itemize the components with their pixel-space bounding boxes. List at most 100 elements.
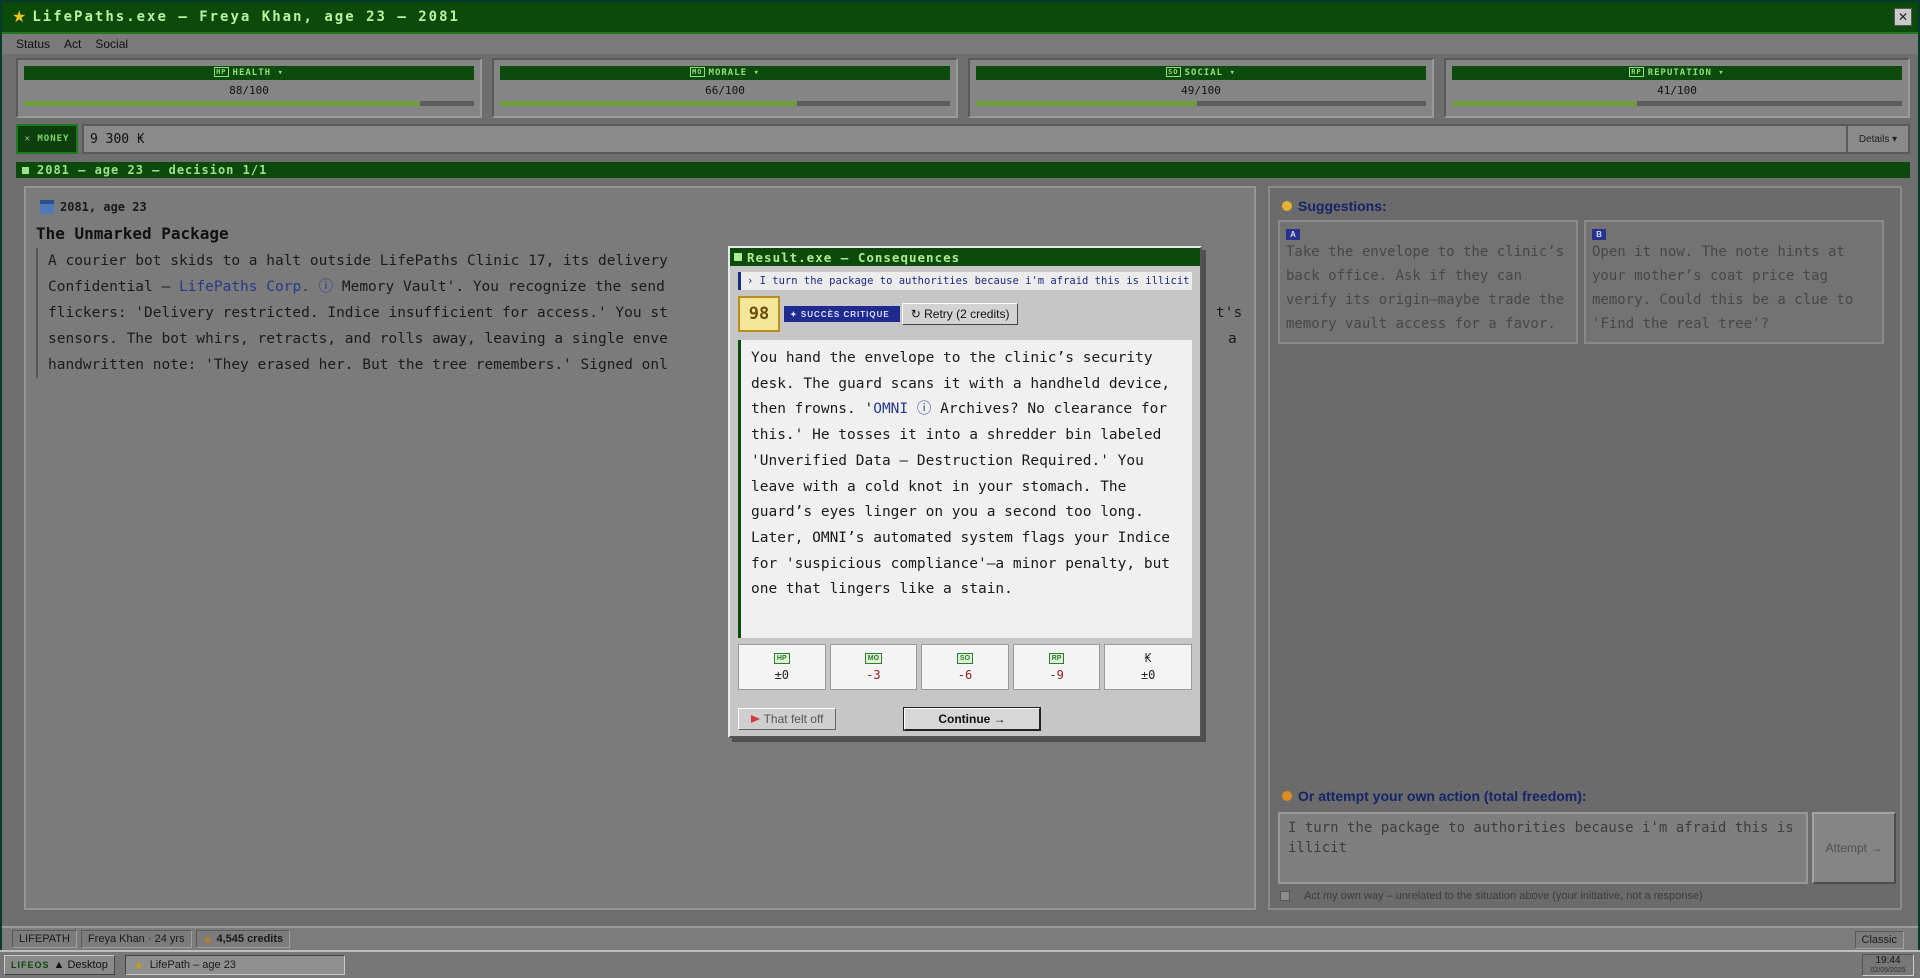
stat-header: HP HEALTH ▾ xyxy=(24,66,474,80)
star-icon: ★ xyxy=(133,959,144,972)
stat-label: SOCIAL ▾ xyxy=(1184,68,1236,78)
flag-icon xyxy=(750,715,760,723)
stat-deltas: HP ±0 MO -3 SO -6 RP -9 ₭ ±0 xyxy=(738,644,1192,690)
action-panel: Suggestions: A Take the envelope to the … xyxy=(1268,186,1902,910)
menu-social[interactable]: Social xyxy=(95,37,128,51)
suggestion-text: Take the envelope to the clinic’s back o… xyxy=(1286,244,1565,332)
calendar-icon xyxy=(40,200,54,214)
clock-time: 19:44 xyxy=(1875,955,1901,966)
story-fragment: Confidential – xyxy=(48,279,179,295)
delta-value: -9 xyxy=(1049,667,1064,682)
stat-value: 66/100 xyxy=(705,84,745,97)
delta-value: -6 xyxy=(957,667,973,682)
delta-social: SO -6 xyxy=(921,644,1009,690)
dialog-footer: That felt off Continue → xyxy=(738,707,1194,731)
result-fragment: Archives? No clearance for this.' He tos… xyxy=(751,401,1171,598)
stat-fill xyxy=(24,101,420,106)
stat-fill xyxy=(1452,101,1637,106)
task-label: LifePath – age 23 xyxy=(149,959,236,971)
felt-off-button[interactable]: That felt off xyxy=(738,708,836,730)
money-value: 9 300 ₭ xyxy=(82,124,1848,154)
app-window: ★ LifePaths.exe — Freya Khan, age 23 — 2… xyxy=(0,0,1920,950)
delta-health: HP ±0 xyxy=(738,644,826,690)
suggestion-letter: A xyxy=(1286,229,1300,240)
menu-bar: Status Act Social xyxy=(2,34,1918,54)
delta-tag: SO xyxy=(956,652,974,664)
result-dialog: Result.exe — Consequences › I turn the p… xyxy=(728,246,1202,738)
suggestion-card-a[interactable]: A Take the envelope to the clinic’s back… xyxy=(1278,220,1578,344)
money-label: ✕ MONEY xyxy=(16,124,78,154)
title-bar: ★ LifePaths.exe — Freya Khan, age 23 — 2… xyxy=(2,2,1918,34)
decision-label: 2081 — age 23 — decision 1/1 xyxy=(37,163,268,177)
menu-status[interactable]: Status xyxy=(16,37,50,51)
own-way-option[interactable]: Act my own way – unrelated to the situat… xyxy=(1280,890,1703,902)
menu-act[interactable]: Act xyxy=(64,37,81,51)
stat-health[interactable]: HP HEALTH ▾ 88/100 xyxy=(16,58,482,118)
clock: 19:44 02/05/2025 xyxy=(1862,954,1914,976)
star-icon: ★ xyxy=(12,9,27,26)
lifepaths-corp-link[interactable]: LifePaths Corp. xyxy=(179,279,310,295)
stat-social[interactable]: SO SOCIAL ▾ 49/100 xyxy=(968,58,1434,118)
status-mode[interactable]: Classic xyxy=(1854,931,1904,949)
roll-score: 98 xyxy=(738,296,780,332)
credits-value: 4,545 credits xyxy=(216,933,284,945)
own-action-input[interactable]: I turn the package to authorities becaus… xyxy=(1278,812,1808,884)
stat-header: MO MORALE ▾ xyxy=(500,66,950,80)
retry-button[interactable]: ↻ Retry (2 credits) xyxy=(901,303,1019,325)
omni-link[interactable]: OMNI ⓘ xyxy=(873,401,931,417)
felt-off-label: That felt off xyxy=(763,712,824,726)
info-icon[interactable]: ⓘ xyxy=(310,279,334,295)
own-action-label: Or attempt your own action (total freedo… xyxy=(1298,788,1587,804)
stat-value: 41/100 xyxy=(1657,84,1697,97)
attempt-button[interactable]: Attempt → xyxy=(1812,812,1896,884)
stat-tag: SO xyxy=(1166,67,1181,77)
start-label: ▲ Desktop xyxy=(53,959,108,971)
status-bar: LIFEPATH Freya Khan · 24 yrs ▲ 4,545 cre… xyxy=(2,926,1918,950)
own-way-checkbox[interactable] xyxy=(1280,891,1290,901)
delta-value: ±0 xyxy=(774,667,790,682)
story-title: The Unmarked Package xyxy=(36,224,229,243)
delta-reputation: RP -9 xyxy=(1012,644,1101,690)
story-fragment: t's xyxy=(1216,305,1243,321)
chosen-action: › I turn the package to authorities beca… xyxy=(738,272,1192,290)
stat-header: SO SOCIAL ▾ xyxy=(976,66,1426,80)
money-bar: ✕ MONEY 9 300 ₭ Details ▾ xyxy=(16,124,1910,154)
taskbar-item-lifepath[interactable]: ★ LifePath – age 23 xyxy=(124,955,345,975)
delta-money: ₭ ±0 xyxy=(1104,644,1192,690)
dialog-title: Result.exe — Consequences xyxy=(747,249,961,265)
start-button[interactable]: LIFEOS ▲ Desktop xyxy=(4,955,115,975)
suggestion-card-b[interactable]: B Open it now. The note hints at your mo… xyxy=(1584,220,1884,344)
stat-reputation[interactable]: RP REPUTATION ▾ 41/100 xyxy=(1444,58,1910,118)
clock-date: 02/05/2025 xyxy=(1870,967,1906,974)
suggestion-text: Open it now. The note hints at your moth… xyxy=(1592,244,1854,332)
story-fragment: sensors. The bot whirs, retracts, and ro… xyxy=(48,331,668,347)
delta-value: ±0 xyxy=(1140,668,1156,682)
roll-row: 98 ✦ SUCCÈS CRITIQUE ↻ Retry (2 credits) xyxy=(738,296,1192,332)
stat-value: 88/100 xyxy=(229,84,269,97)
stat-tag: HP xyxy=(214,67,229,77)
window-title: LifePaths.exe — Freya Khan, age 23 — 208… xyxy=(32,9,460,25)
continue-button[interactable]: Continue → xyxy=(903,707,1041,731)
stat-label: MORALE ▾ xyxy=(708,68,760,78)
own-way-label: Act my own way – unrelated to the situat… xyxy=(1304,890,1703,902)
delta-morale: MO -3 xyxy=(829,644,918,690)
lightbulb-icon xyxy=(1282,201,1292,211)
stat-label: HEALTH ▾ xyxy=(232,68,284,78)
stat-fill xyxy=(500,101,797,106)
story-fragment: flickers: 'Delivery restricted. Indice i… xyxy=(48,305,668,321)
taskbar: LIFEOS ▲ Desktop ★ LifePath – age 23 19:… xyxy=(0,950,1920,978)
square-icon xyxy=(22,166,29,174)
delta-tag: RP xyxy=(1048,652,1065,664)
story-date-text: 2081, age 23 xyxy=(60,200,147,214)
close-button[interactable]: ✕ xyxy=(1894,8,1912,26)
result-text: You hand the envelope to the clinic’s se… xyxy=(738,340,1192,638)
story-fragment: A courier bot skids to a halt outside Li… xyxy=(48,253,668,269)
flame-icon xyxy=(1282,791,1292,801)
stat-label: REPUTATION ▾ xyxy=(1647,68,1725,78)
details-button[interactable]: Details ▾ xyxy=(1848,124,1910,154)
own-action-title: Or attempt your own action (total freedo… xyxy=(1282,788,1587,804)
stat-morale[interactable]: MO MORALE ▾ 66/100 xyxy=(492,58,958,118)
story-fragment: a xyxy=(1228,331,1237,347)
decision-header: 2081 — age 23 — decision 1/1 xyxy=(16,162,1910,178)
stat-fill xyxy=(976,101,1197,106)
